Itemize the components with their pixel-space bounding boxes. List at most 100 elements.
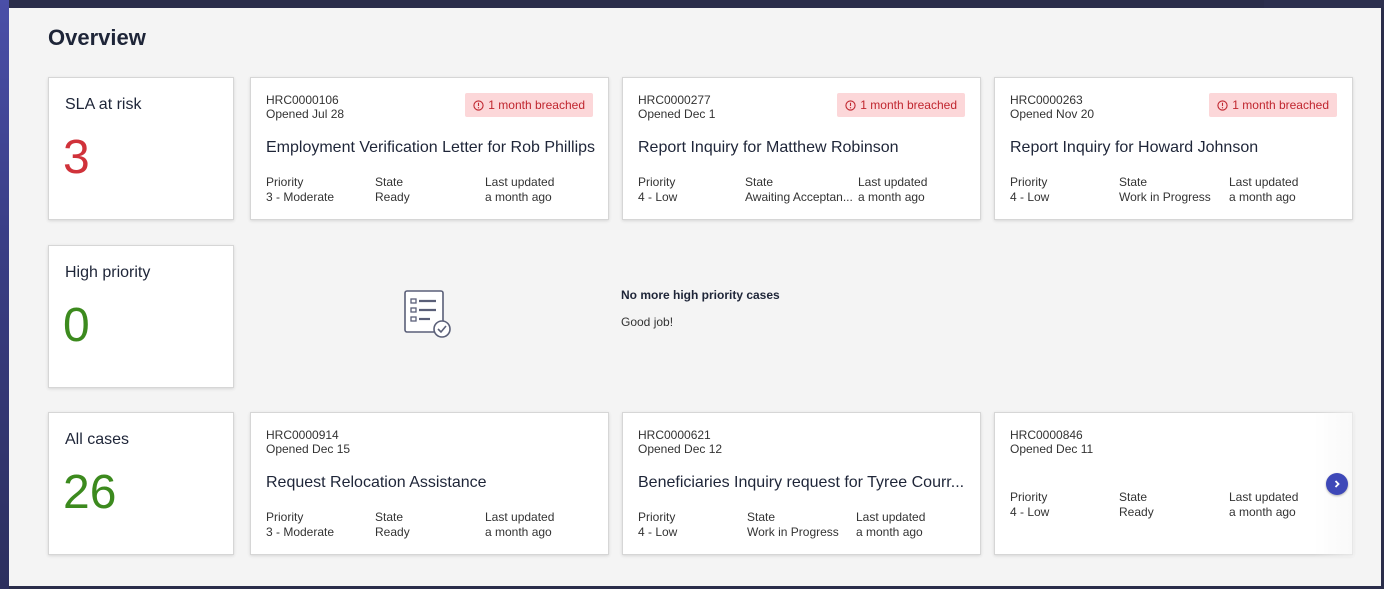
case-title: Beneficiaries Inquiry request for Tyree … (638, 474, 965, 491)
sla-breached-badge: 1 month breached (1209, 93, 1337, 117)
clock-alert-icon (845, 99, 856, 111)
case-title: Report Inquiry for Matthew Robinson (638, 139, 899, 156)
sla-at-risk-card[interactable]: SLA at risk 3 (48, 77, 234, 220)
case-number: HRC0000914 (266, 428, 339, 442)
state-label: State (375, 510, 404, 524)
last-updated-field: Last updated a month ago (1229, 175, 1344, 205)
priority-value: 4 - Low (638, 190, 678, 204)
state-field: State Ready (375, 510, 490, 540)
priority-value: 4 - Low (638, 525, 678, 539)
case-card-hrc0000621[interactable]: HRC0000621 Opened Dec 12 Beneficiaries I… (622, 412, 981, 555)
top-right-edge (1264, 0, 1384, 8)
state-field: State Ready (1119, 490, 1234, 520)
case-number: HRC0000846 (1010, 428, 1083, 442)
last-updated-value: a month ago (856, 525, 923, 539)
case-opened-date: Opened Dec 11 (1010, 442, 1094, 456)
state-label: State (375, 175, 404, 189)
case-card-hrc0000277[interactable]: HRC0000277 Opened Dec 1 1 month breached… (622, 77, 981, 220)
last-updated-field: Last updated a month ago (858, 175, 973, 205)
sla-at-risk-label: SLA at risk (65, 96, 142, 113)
priority-label: Priority (1010, 490, 1048, 504)
high-priority-card[interactable]: High priority 0 (48, 245, 234, 388)
state-label: State (747, 510, 776, 524)
last-updated-field: Last updated a month ago (856, 510, 971, 540)
high-priority-count: 0 (63, 299, 90, 352)
sla-at-risk-count: 3 (63, 131, 90, 184)
priority-label: Priority (266, 510, 304, 524)
case-title: Report Inquiry for Howard Johnson (1010, 139, 1259, 156)
chevron-right-icon (1334, 480, 1340, 488)
priority-field: Priority 4 - Low (1010, 490, 1125, 520)
case-number: HRC0000263 (1010, 93, 1083, 107)
last-updated-value: a month ago (485, 190, 552, 204)
left-edge-strip (0, 0, 9, 589)
state-field: State Work in Progress (747, 510, 862, 540)
case-opened-date: Opened Dec 15 (266, 442, 351, 456)
page-title: Overview (48, 25, 146, 50)
state-label: State (745, 175, 774, 189)
empty-state-title: No more high priority cases (621, 288, 780, 302)
state-value: Ready (375, 190, 410, 204)
case-number: HRC0000277 (638, 93, 711, 107)
clock-alert-icon (1217, 99, 1228, 111)
case-opened-date: Opened Dec 1 (638, 107, 716, 121)
last-updated-value: a month ago (858, 190, 925, 204)
case-number: HRC0000621 (638, 428, 711, 442)
case-opened-date: Opened Dec 12 (638, 442, 723, 456)
last-updated-label: Last updated (1229, 490, 1299, 504)
priority-field: Priority 4 - Low (638, 175, 753, 205)
case-card-hrc0000106[interactable]: HRC0000106 Opened Jul 28 1 month breache… (250, 77, 609, 220)
sla-breached-text: 1 month breached (860, 98, 957, 112)
priority-field: Priority 4 - Low (1010, 175, 1125, 205)
priority-label: Priority (638, 510, 676, 524)
last-updated-field: Last updated a month ago (485, 510, 600, 540)
priority-label: Priority (266, 175, 304, 189)
state-value: Awaiting Acceptan... (745, 190, 853, 204)
state-value: Ready (1119, 505, 1154, 519)
high-priority-label: High priority (65, 264, 151, 281)
last-updated-value: a month ago (1229, 505, 1296, 519)
carousel-next-button[interactable] (1326, 473, 1348, 495)
sla-breached-text: 1 month breached (488, 98, 585, 112)
priority-label: Priority (1010, 175, 1048, 189)
case-title: Employment Verification Letter for Rob P… (266, 139, 596, 156)
case-card-hrc0000914[interactable]: HRC0000914 Opened Dec 15 Request Relocat… (250, 412, 609, 555)
sla-breached-text: 1 month breached (1232, 98, 1329, 112)
state-value: Work in Progress (747, 525, 839, 539)
last-updated-field: Last updated a month ago (485, 175, 600, 205)
last-updated-label: Last updated (485, 510, 555, 524)
clock-alert-icon (473, 99, 484, 111)
case-card-hrc0000846[interactable]: HRC0000846 Opened Dec 11 Priority 4 - Low… (994, 412, 1353, 555)
case-number: HRC0000106 (266, 93, 339, 107)
state-label: State (1119, 490, 1148, 504)
case-title: Request Relocation Assistance (266, 474, 487, 491)
priority-value: 4 - Low (1010, 505, 1050, 519)
state-value: Work in Progress (1119, 190, 1211, 204)
priority-value: 3 - Moderate (266, 190, 335, 204)
priority-field: Priority 3 - Moderate (266, 510, 381, 540)
all-cases-count: 26 (63, 466, 117, 519)
priority-value: 4 - Low (1010, 190, 1050, 204)
case-card-hrc0000263[interactable]: HRC0000263 Opened Nov 20 1 month breache… (994, 77, 1353, 220)
state-value: Ready (375, 525, 410, 539)
sla-breached-badge: 1 month breached (465, 93, 593, 117)
last-updated-label: Last updated (1229, 175, 1299, 189)
sla-breached-badge: 1 month breached (837, 93, 965, 117)
last-updated-label: Last updated (856, 510, 926, 524)
priority-label: Priority (638, 175, 676, 189)
state-field: State Ready (375, 175, 490, 205)
empty-state-subtitle: Good job! (621, 315, 674, 329)
all-cases-label: All cases (65, 431, 130, 448)
last-updated-value: a month ago (1229, 190, 1296, 204)
state-field: State Awaiting Acceptan... (745, 175, 857, 205)
checklist-icon (402, 288, 454, 345)
case-opened-date: Opened Nov 20 (1010, 107, 1095, 121)
all-cases-card[interactable]: All cases 26 (48, 412, 234, 555)
last-updated-field: Last updated a month ago (1229, 490, 1344, 520)
overview-panel: Overview SLA at risk 3 HRC0000106 Opened… (9, 8, 1381, 586)
priority-field: Priority 3 - Moderate (266, 175, 381, 205)
priority-field: Priority 4 - Low (638, 510, 753, 540)
case-opened-date: Opened Jul 28 (266, 107, 345, 121)
last-updated-label: Last updated (858, 175, 928, 189)
state-label: State (1119, 175, 1148, 189)
